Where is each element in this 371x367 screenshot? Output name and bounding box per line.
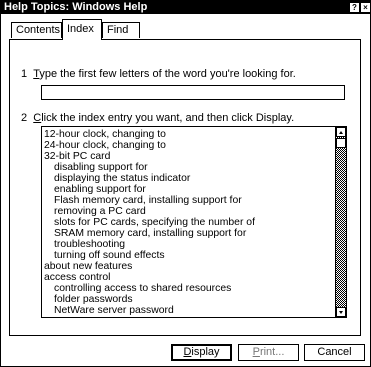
display-button[interactable]: Display: [171, 344, 232, 361]
step-2-number: 2: [21, 112, 28, 124]
step-2-text: lick the index entry you want, and then …: [41, 112, 295, 124]
print-label: rint...: [259, 346, 285, 358]
index-entry[interactable]: turning off sound effects: [44, 250, 332, 261]
index-entry[interactable]: enabling support for: [44, 184, 332, 195]
index-entry[interactable]: Flash memory card, installing support fo…: [44, 195, 332, 206]
cancel-button[interactable]: Cancel: [304, 344, 365, 361]
index-entry[interactable]: 12-hour clock, changing to: [44, 129, 332, 140]
index-entry[interactable]: access control: [44, 272, 332, 283]
vertical-scrollbar[interactable]: [335, 127, 346, 317]
index-entry[interactable]: about new features: [44, 261, 332, 272]
step-1-instruction: 1 Type the first few letters of the word…: [21, 68, 296, 80]
index-entries: 12-hour clock, changing to 24-hour clock,…: [44, 129, 332, 316]
print-button[interactable]: Print...: [238, 344, 299, 361]
index-entry[interactable]: disabling support for: [44, 162, 332, 173]
index-entry[interactable]: SRAM memory card, installing support for: [44, 228, 332, 239]
title-bar[interactable]: Help Topics: Windows Help ? ×: [1, 1, 370, 14]
display-label: isplay: [191, 346, 220, 358]
tab-find[interactable]: Find: [102, 22, 140, 38]
step-2-accel: C: [33, 112, 42, 124]
scroll-thumb[interactable]: [336, 138, 346, 148]
index-entry[interactable]: folder passwords: [44, 294, 332, 305]
help-icon[interactable]: ?: [350, 3, 359, 12]
step-1-number: 1: [21, 68, 28, 80]
arrow-up-icon: [339, 131, 343, 134]
tab-contents[interactable]: Contents: [11, 22, 62, 38]
keyword-search-input[interactable]: [41, 85, 345, 100]
index-entry[interactable]: NetWare server password: [44, 305, 332, 316]
index-entry[interactable]: removing a PC card: [44, 206, 332, 217]
arrow-down-icon: [339, 311, 343, 314]
index-entry[interactable]: slots for PC cards, specifying the numbe…: [44, 217, 332, 228]
step-1-text: ype the first few letters of the word yo…: [39, 68, 296, 80]
print-accel: P: [252, 346, 260, 358]
close-icon[interactable]: ×: [361, 3, 370, 12]
index-entry[interactable]: 32-bit PC card: [44, 151, 332, 162]
step-2-instruction: 2 Click the index entry you want, and th…: [21, 112, 294, 124]
tab-index[interactable]: Index: [62, 19, 102, 40]
window-title: Help Topics: Windows Help: [4, 1, 148, 13]
index-listbox[interactable]: 12-hour clock, changing to 24-hour clock,…: [41, 126, 347, 318]
scroll-down-button[interactable]: [336, 307, 346, 317]
index-entry[interactable]: controlling access to shared resources: [44, 283, 332, 294]
index-entry[interactable]: 24-hour clock, changing to: [44, 140, 332, 151]
index-entry[interactable]: troubleshooting: [44, 239, 332, 250]
scroll-up-button[interactable]: [336, 127, 346, 137]
index-entry[interactable]: displaying the status indicator: [44, 173, 332, 184]
